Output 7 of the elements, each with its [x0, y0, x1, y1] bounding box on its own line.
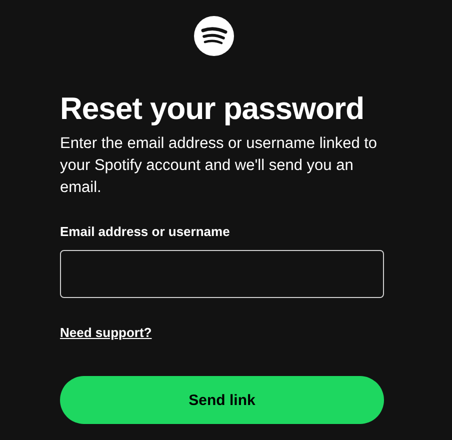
- email-input-field[interactable]: [60, 250, 384, 298]
- page-title: Reset your password: [60, 91, 366, 127]
- support-link[interactable]: Need support?: [60, 325, 152, 341]
- instructions-text: Enter the email address or username linked to your Spotify account and we'll send you an email.: [60, 134, 378, 198]
- field-label: Email address or username: [60, 224, 231, 240]
- send-link-button[interactable]: Send link: [60, 376, 384, 424]
- logo-icon: [194, 16, 234, 56]
